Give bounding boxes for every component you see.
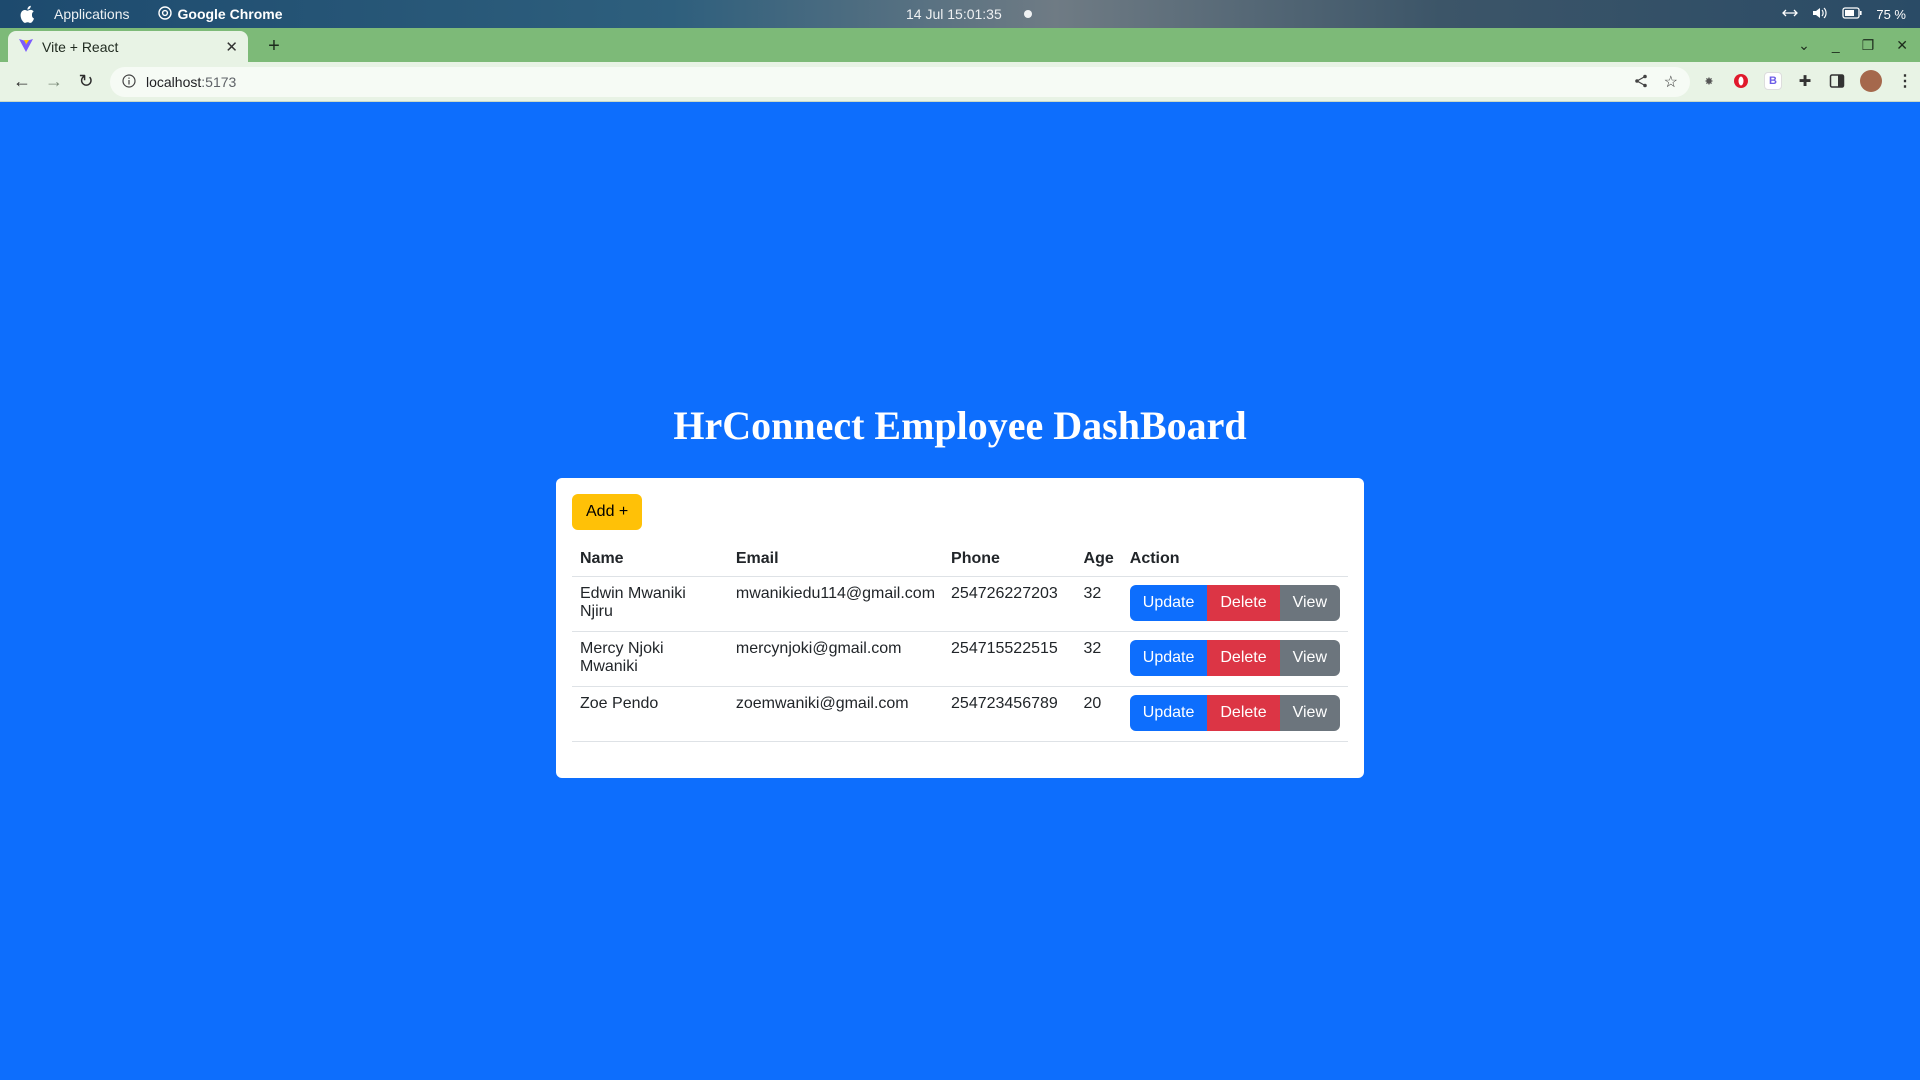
os-app-menu[interactable]: Google Chrome [157,5,283,23]
cell-phone: 254726227203 [943,576,1076,632]
more-menu-icon[interactable]: ⋮ [1896,72,1914,90]
delete-button[interactable]: Delete [1207,695,1280,731]
cell-age: 32 [1075,576,1122,632]
cell-actions: Update Delete View [1121,686,1348,742]
os-app-name: Google Chrome [177,6,283,22]
extensions-area: ✸ B ✚ ⋮ [1700,70,1914,92]
tab-search-chevron-icon[interactable]: ⌄ [1798,37,1810,54]
column-header-age: Age [1075,542,1122,577]
view-button[interactable]: View [1279,640,1340,676]
notification-dot-icon [1023,10,1032,18]
cell-actions: Update Delete View [1121,576,1348,632]
view-button[interactable]: View [1279,585,1340,621]
vite-icon [18,37,34,56]
cell-name: Mercy Njoki Mwaniki [572,631,728,687]
table-row: Mercy Njoki Mwaniki mercynjoki@gmail.com… [572,631,1348,687]
table-row: Edwin Mwaniki Njiru mwanikiedu114@gmail.… [572,576,1348,632]
update-button[interactable]: Update [1129,585,1208,621]
window-controls: ⌄ _ ❐ ✕ [1798,28,1908,62]
close-window-icon[interactable]: ✕ [1896,37,1908,54]
delete-button[interactable]: Delete [1207,585,1280,621]
action-button-group: Update Delete View [1129,695,1340,731]
add-employee-button[interactable]: Add + [572,494,643,530]
url-host: localhost [146,74,202,90]
tab-title: Vite + React [42,38,119,55]
action-button-group: Update Delete View [1129,585,1340,621]
url-port: :5173 [201,74,237,90]
battery-icon[interactable] [1842,6,1862,22]
reload-icon[interactable]: ↻ [70,66,102,98]
share-icon[interactable] [1634,74,1648,91]
cell-actions: Update Delete View [1121,631,1348,687]
apple-icon[interactable] [0,5,54,23]
browser-toolbar: ← → ↻ localhost:5173 ☆ ✸ B ✚ ⋮ [0,62,1920,102]
column-header-action: Action [1121,542,1348,577]
site-info-icon[interactable] [122,73,136,91]
os-clock-area: 14 Jul 15:01:35 [906,0,1032,28]
update-button[interactable]: Update [1129,640,1208,676]
address-bar[interactable]: localhost:5173 ☆ [110,67,1690,97]
new-tab-icon[interactable]: + [262,34,286,58]
cell-phone: 254715522515 [943,631,1076,687]
profile-avatar-icon[interactable] [1860,70,1882,92]
cell-age: 20 [1075,686,1122,742]
cell-email: mercynjoki@gmail.com [727,631,944,687]
column-header-name: Name [572,542,728,577]
update-button[interactable]: Update [1129,695,1208,731]
view-button[interactable]: View [1279,695,1340,731]
tab-vite-react[interactable]: Vite + React ✕ [8,31,248,62]
back-icon[interactable]: ← [6,66,38,98]
cell-name: Edwin Mwaniki Njiru [572,576,728,632]
column-header-phone: Phone [943,542,1076,577]
forward-icon[interactable]: → [38,66,70,98]
os-status-area: 75 % [1782,0,1906,28]
restore-icon[interactable]: ❐ [1862,37,1875,54]
volume-icon[interactable] [1812,6,1828,23]
puzzle-extensions-icon[interactable]: ✚ [1796,72,1814,90]
side-panel-icon[interactable] [1828,72,1846,90]
opera-extension-icon[interactable] [1732,72,1750,90]
table-header-row: Name Email Phone Age Action [572,542,1348,577]
browser-tab-strip: Vite + React ✕ + ⌄ _ ❐ ✕ [0,28,1920,62]
b-extension-icon[interactable]: B [1764,72,1782,90]
os-menu-bar: Applications Google Chrome 14 Jul 15:01:… [0,0,1920,28]
page-title: HrConnect Employee DashBoard [673,403,1247,448]
employee-table: Name Email Phone Age Action Edwin Mwanik… [572,542,1348,742]
os-menu-applications[interactable]: Applications [54,6,130,22]
bug-extension-icon[interactable]: ✸ [1700,72,1718,90]
network-icon[interactable] [1782,7,1799,22]
cell-phone: 254723456789 [943,686,1076,742]
minimize-icon[interactable]: _ [1832,37,1840,53]
delete-button[interactable]: Delete [1207,640,1280,676]
cell-name: Zoe Pendo [572,686,728,742]
chrome-icon [157,5,172,23]
table-row: Zoe Pendo zoemwaniki@gmail.com 254723456… [572,686,1348,742]
battery-percent: 75 % [1876,6,1906,22]
cell-email: zoemwaniki@gmail.com [727,686,944,742]
column-header-email: Email [727,542,944,577]
os-clock: 14 Jul 15:01:35 [906,6,1002,22]
cell-age: 32 [1075,631,1122,687]
cell-email: mwanikiedu114@gmail.com [727,576,944,632]
bookmark-star-icon[interactable]: ☆ [1664,72,1678,92]
close-tab-icon[interactable]: ✕ [225,38,238,56]
action-button-group: Update Delete View [1129,640,1340,676]
employee-card: Add + Name Email Phone Age Action Edwin … [556,478,1364,778]
